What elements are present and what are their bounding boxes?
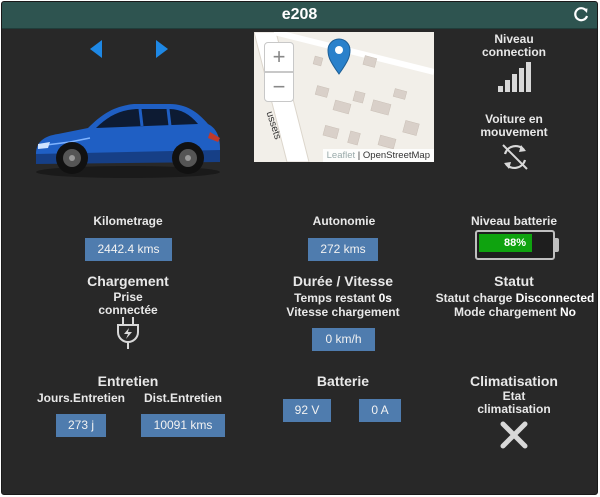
maintenance-days-value: 273 j [56, 414, 106, 437]
battery-title: Batterie [316, 373, 370, 389]
charge-speed-label: Vitesse chargement [286, 305, 400, 319]
map-zoom-out-button[interactable]: − [264, 72, 294, 102]
signal-bar-2 [505, 80, 510, 92]
plug-status-label: Prise connectée [98, 290, 158, 317]
moving-label: Voiture en mouvement [480, 112, 548, 139]
maintenance-distance-value: 10091 kms [141, 414, 225, 437]
climate-title: Climatisation [470, 373, 558, 389]
title-bar: e208 [2, 2, 597, 29]
map-attribution: Leaflet | OpenStreetMap [322, 149, 434, 162]
charge-status: Statut charge Disconnected [430, 291, 597, 305]
battery-percent: 88% [503, 237, 527, 249]
widget-title: e208 [281, 6, 318, 23]
battery-cap [555, 238, 559, 252]
charge-mode: Mode chargement No [430, 305, 597, 319]
remaining-time-value: 0s [378, 291, 392, 305]
charge-mode-value: No [560, 305, 577, 319]
battery-voltage-value: 92 V [283, 399, 331, 422]
remaining-time: Temps restant 0s [263, 292, 423, 305]
osm-link[interactable]: OpenStreetMap [363, 150, 430, 161]
status-title: Statut [494, 273, 534, 289]
signal-bar-5 [526, 62, 531, 92]
odometer-label: Kilometrage [93, 214, 163, 228]
maintenance-days-label: Jours.Entretien [36, 391, 126, 405]
sync-arrows-icon [499, 141, 531, 173]
refresh-icon[interactable] [573, 7, 589, 23]
widget-panel: e208 ussets + − Leaflet | OpenStreetMap … [1, 1, 598, 495]
signal-bars-icon [496, 60, 532, 92]
autonomy-label: Autonomie [312, 214, 376, 228]
chevron-right-icon[interactable] [151, 38, 171, 60]
x-icon [499, 420, 529, 450]
signal-bar-4 [519, 68, 524, 92]
map-zoom-in-button[interactable]: + [264, 42, 294, 72]
battery-current-value: 0 A [359, 399, 401, 422]
odometer-value: 2442.4 kms [85, 238, 172, 261]
autonomy-value: 272 kms [308, 238, 378, 261]
car-image [30, 98, 224, 180]
maintenance-distance-label: Dist.Entretien [143, 391, 222, 405]
climate-state-label: Etat climatisation [477, 389, 551, 416]
duration-title: Durée / Vitesse [292, 273, 394, 289]
remaining-time-label: Temps restant [294, 291, 376, 305]
battery-level-label: Niveau batterie [470, 214, 558, 228]
plug-icon [114, 316, 142, 350]
leaflet-link[interactable]: Leaflet [327, 150, 356, 161]
charge-speed-value: 0 km/h [312, 328, 375, 351]
charge-status-value: Disconnected [515, 291, 595, 305]
charging-title: Chargement [87, 273, 169, 289]
connection-label: Niveau connection [481, 32, 546, 59]
location-map[interactable]: ussets + − Leaflet | OpenStreetMap [254, 32, 434, 162]
attribution-separator: | [355, 150, 363, 161]
battery-gauge: 88% [475, 230, 559, 260]
charge-mode-label: Mode chargement [453, 305, 557, 319]
signal-bar-3 [512, 74, 517, 92]
signal-bar-1 [498, 86, 503, 92]
maintenance-title: Entretien [97, 373, 159, 389]
charge-status-label: Statut charge [435, 291, 513, 305]
chevron-left-icon[interactable] [87, 38, 107, 60]
